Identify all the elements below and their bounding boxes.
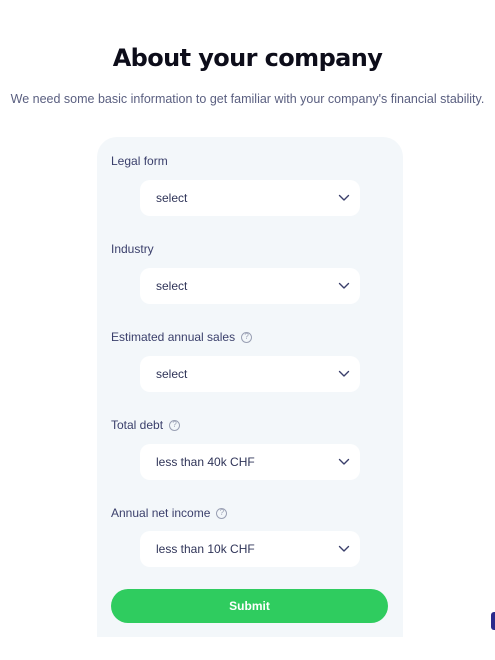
legal-form-select[interactable]: select — [140, 180, 360, 216]
industry-label-text: Industry — [111, 242, 154, 256]
net-income-label: Annual net income ? — [111, 506, 228, 520]
page-title: About your company — [112, 44, 383, 72]
total-debt-label: Total debt ? — [111, 418, 181, 432]
total-debt-label-text: Total debt — [111, 418, 164, 432]
info-icon[interactable]: ? — [241, 331, 253, 343]
submit-button[interactable]: Submit — [111, 589, 388, 623]
info-icon[interactable]: ? — [216, 507, 228, 519]
total-debt-select[interactable]: less than 40k CHF — [140, 444, 360, 480]
total-debt-value: less than 40k CHF — [156, 455, 255, 469]
annual-sales-label-text: Estimated annual sales — [111, 330, 236, 344]
net-income-select[interactable]: less than 10k CHF — [140, 531, 360, 567]
net-income-value: less than 10k CHF — [156, 542, 255, 556]
annual-sales-select[interactable]: select — [140, 356, 360, 392]
industry-select[interactable]: select — [140, 268, 360, 304]
page-subtitle: We need some basic information to get fa… — [10, 92, 485, 106]
info-icon[interactable]: ? — [169, 419, 181, 431]
chevron-down-icon — [338, 545, 350, 552]
legal-form-label: Legal form — [111, 154, 168, 168]
legal-form-value: select — [156, 191, 188, 205]
edge-marker — [491, 612, 495, 630]
industry-value: select — [156, 279, 188, 293]
legal-form-label-text: Legal form — [111, 154, 168, 168]
chevron-down-icon — [338, 370, 350, 377]
net-income-label-text: Annual net income — [111, 506, 211, 520]
annual-sales-label: Estimated annual sales ? — [111, 330, 253, 344]
chevron-down-icon — [338, 282, 350, 289]
chevron-down-icon — [338, 458, 350, 465]
annual-sales-value: select — [156, 367, 188, 381]
industry-label: Industry — [111, 242, 154, 256]
page: About your company We need some basic in… — [0, 0, 495, 660]
chevron-down-icon — [338, 194, 350, 201]
